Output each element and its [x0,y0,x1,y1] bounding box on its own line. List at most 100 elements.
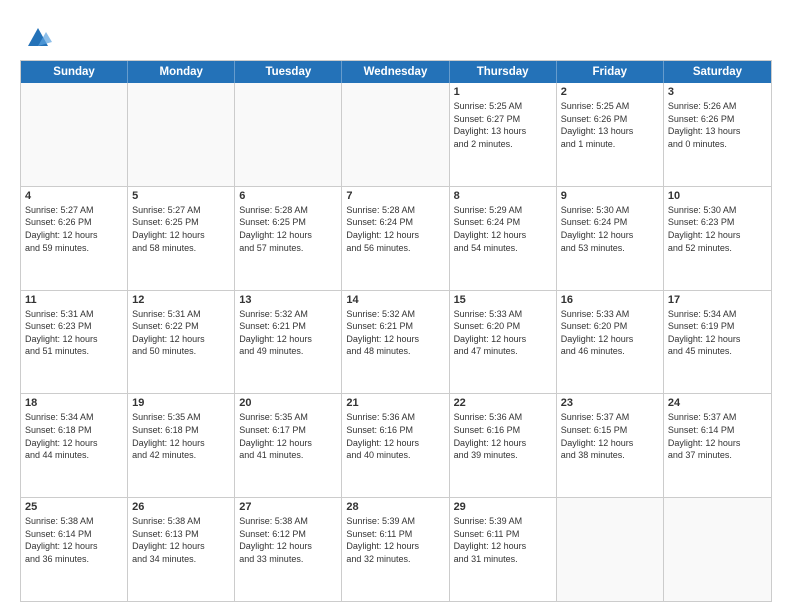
day-info: Sunrise: 5:34 AM Sunset: 6:19 PM Dayligh… [668,308,767,358]
calendar-cell: 18Sunrise: 5:34 AM Sunset: 6:18 PM Dayli… [21,394,128,497]
day-info: Sunrise: 5:36 AM Sunset: 6:16 PM Dayligh… [454,411,552,461]
day-info: Sunrise: 5:26 AM Sunset: 6:26 PM Dayligh… [668,100,767,150]
calendar-cell: 16 Sunrise: 5:33 AM Sunset: 6:20 PM Dayli… [557,291,664,394]
day-info: Sunrise: 5:28 AM Sunset: 6:24 PM Dayligh… [346,204,444,254]
day-number: 12 [132,294,230,306]
calendar-cell: 15Sunrise: 5:33 AM Sunset: 6:20 PM Dayli… [450,291,557,394]
day-info: Sunrise: 5:29 AM Sunset: 6:24 PM Dayligh… [454,204,552,254]
calendar-cell: 4 Sunrise: 5:27 AM Sunset: 6:26 PM Daylig… [21,187,128,290]
day-number: 22 [454,397,552,409]
calendar-cell [664,498,771,601]
calendar-row-4: 25 Sunrise: 5:38 AM Sunset: 6:14 PM Dayli… [21,497,771,601]
day-info: Sunrise: 5:35 AM Sunset: 6:17 PM Dayligh… [239,411,337,461]
day-number: 3 [668,86,767,98]
calendar-cell: 12 Sunrise: 5:31 AM Sunset: 6:22 PM Dayli… [128,291,235,394]
header-day-saturday: Saturday [664,61,771,83]
header-day-monday: Monday [128,61,235,83]
page: SundayMondayTuesdayWednesdayThursdayFrid… [0,0,792,612]
header-day-tuesday: Tuesday [235,61,342,83]
calendar-cell: 11 Sunrise: 5:31 AM Sunset: 6:23 PM Dayli… [21,291,128,394]
calendar-cell: 21 Sunrise: 5:36 AM Sunset: 6:16 PM Dayli… [342,394,449,497]
day-info: Sunrise: 5:35 AM Sunset: 6:18 PM Dayligh… [132,411,230,461]
day-info: Sunrise: 5:25 AM Sunset: 6:27 PM Dayligh… [454,100,552,150]
calendar-cell: 5 Sunrise: 5:27 AM Sunset: 6:25 PM Daylig… [128,187,235,290]
day-info: Sunrise: 5:25 AM Sunset: 6:26 PM Dayligh… [561,100,659,150]
calendar-cell: 3 Sunrise: 5:26 AM Sunset: 6:26 PM Daylig… [664,83,771,186]
day-number: 15 [454,294,552,306]
day-number: 29 [454,501,552,513]
calendar-row-3: 18Sunrise: 5:34 AM Sunset: 6:18 PM Dayli… [21,393,771,497]
calendar-cell [342,83,449,186]
day-number: 2 [561,86,659,98]
calendar-cell: 19 Sunrise: 5:35 AM Sunset: 6:18 PM Dayli… [128,394,235,497]
day-info: Sunrise: 5:38 AM Sunset: 6:14 PM Dayligh… [25,515,123,565]
calendar: SundayMondayTuesdayWednesdayThursdayFrid… [20,60,772,602]
day-info: Sunrise: 5:36 AM Sunset: 6:16 PM Dayligh… [346,411,444,461]
day-number: 9 [561,190,659,202]
calendar-cell: 17 Sunrise: 5:34 AM Sunset: 6:19 PM Dayli… [664,291,771,394]
day-info: Sunrise: 5:37 AM Sunset: 6:14 PM Dayligh… [668,411,767,461]
logo-icon [24,22,52,50]
calendar-cell: 2 Sunrise: 5:25 AM Sunset: 6:26 PM Daylig… [557,83,664,186]
day-number: 14 [346,294,444,306]
day-info: Sunrise: 5:32 AM Sunset: 6:21 PM Dayligh… [239,308,337,358]
calendar-body: 1 Sunrise: 5:25 AM Sunset: 6:27 PM Daylig… [21,83,771,601]
calendar-cell: 22 Sunrise: 5:36 AM Sunset: 6:16 PM Dayli… [450,394,557,497]
calendar-cell: 9 Sunrise: 5:30 AM Sunset: 6:24 PM Daylig… [557,187,664,290]
day-info: Sunrise: 5:28 AM Sunset: 6:25 PM Dayligh… [239,204,337,254]
calendar-cell: 8 Sunrise: 5:29 AM Sunset: 6:24 PM Daylig… [450,187,557,290]
day-info: Sunrise: 5:31 AM Sunset: 6:22 PM Dayligh… [132,308,230,358]
day-number: 24 [668,397,767,409]
calendar-cell: 25 Sunrise: 5:38 AM Sunset: 6:14 PM Dayli… [21,498,128,601]
calendar-row-1: 4 Sunrise: 5:27 AM Sunset: 6:26 PM Daylig… [21,186,771,290]
calendar-cell: 23 Sunrise: 5:37 AM Sunset: 6:15 PM Dayli… [557,394,664,497]
calendar-cell: 6 Sunrise: 5:28 AM Sunset: 6:25 PM Daylig… [235,187,342,290]
day-number: 27 [239,501,337,513]
day-number: 18 [25,397,123,409]
logo [20,22,52,50]
calendar-cell: 26Sunrise: 5:38 AM Sunset: 6:13 PM Dayli… [128,498,235,601]
day-number: 5 [132,190,230,202]
day-info: Sunrise: 5:32 AM Sunset: 6:21 PM Dayligh… [346,308,444,358]
calendar-row-2: 11 Sunrise: 5:31 AM Sunset: 6:23 PM Dayli… [21,290,771,394]
header-day-friday: Friday [557,61,664,83]
day-number: 23 [561,397,659,409]
calendar-cell: 20 Sunrise: 5:35 AM Sunset: 6:17 PM Dayli… [235,394,342,497]
day-number: 10 [668,190,767,202]
calendar-cell: 13 Sunrise: 5:32 AM Sunset: 6:21 PM Dayli… [235,291,342,394]
day-number: 7 [346,190,444,202]
day-info: Sunrise: 5:27 AM Sunset: 6:25 PM Dayligh… [132,204,230,254]
day-number: 11 [25,294,123,306]
day-info: Sunrise: 5:27 AM Sunset: 6:26 PM Dayligh… [25,204,123,254]
day-info: Sunrise: 5:33 AM Sunset: 6:20 PM Dayligh… [561,308,659,358]
calendar-cell [557,498,664,601]
calendar-cell [235,83,342,186]
day-number: 6 [239,190,337,202]
calendar-cell: 27 Sunrise: 5:38 AM Sunset: 6:12 PM Dayli… [235,498,342,601]
day-info: Sunrise: 5:39 AM Sunset: 6:11 PM Dayligh… [346,515,444,565]
day-number: 17 [668,294,767,306]
calendar-cell: 29Sunrise: 5:39 AM Sunset: 6:11 PM Dayli… [450,498,557,601]
calendar-cell [21,83,128,186]
calendar-row-0: 1 Sunrise: 5:25 AM Sunset: 6:27 PM Daylig… [21,83,771,186]
day-number: 26 [132,501,230,513]
day-number: 13 [239,294,337,306]
day-number: 16 [561,294,659,306]
day-info: Sunrise: 5:30 AM Sunset: 6:24 PM Dayligh… [561,204,659,254]
day-number: 8 [454,190,552,202]
day-number: 1 [454,86,552,98]
calendar-cell [128,83,235,186]
header [20,18,772,50]
day-info: Sunrise: 5:31 AM Sunset: 6:23 PM Dayligh… [25,308,123,358]
day-number: 19 [132,397,230,409]
day-number: 21 [346,397,444,409]
calendar-cell: 1 Sunrise: 5:25 AM Sunset: 6:27 PM Daylig… [450,83,557,186]
day-number: 25 [25,501,123,513]
day-number: 28 [346,501,444,513]
calendar-header: SundayMondayTuesdayWednesdayThursdayFrid… [21,61,771,83]
day-info: Sunrise: 5:38 AM Sunset: 6:12 PM Dayligh… [239,515,337,565]
day-number: 20 [239,397,337,409]
day-number: 4 [25,190,123,202]
day-info: Sunrise: 5:37 AM Sunset: 6:15 PM Dayligh… [561,411,659,461]
day-info: Sunrise: 5:30 AM Sunset: 6:23 PM Dayligh… [668,204,767,254]
